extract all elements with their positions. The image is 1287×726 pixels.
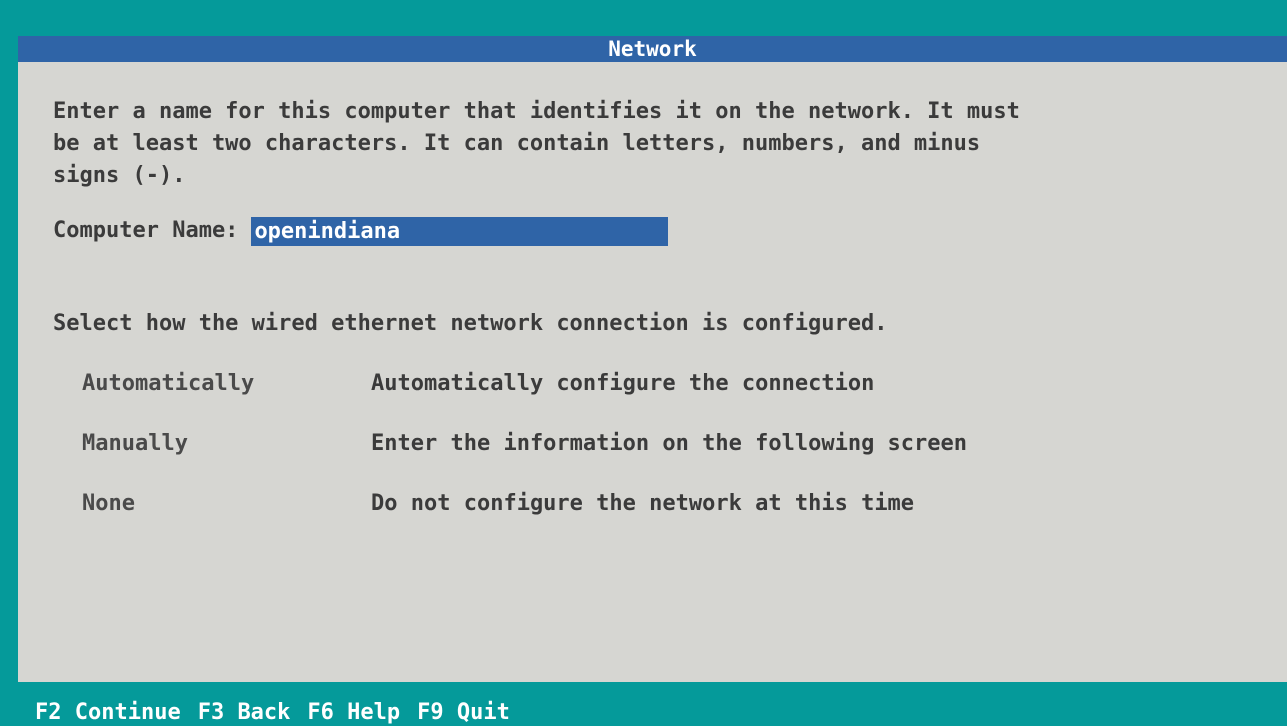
function-key-bar: F2 Continue F3 Back F6 Help F9 Quit: [35, 699, 527, 726]
option-description: Do not configure the network at this tim…: [371, 491, 915, 516]
intro-line: be at least two characters. It can conta…: [53, 131, 981, 156]
option-name[interactable]: None: [82, 488, 371, 520]
option-manually[interactable]: Manually Enter the information on the fo…: [82, 428, 967, 460]
window-title: Network: [18, 36, 1287, 62]
intro-line: signs (-).: [53, 163, 186, 188]
option-automatically[interactable]: Automatically Automatically configure th…: [82, 368, 874, 400]
help-key[interactable]: F6 Help: [307, 699, 400, 726]
option-name[interactable]: Automatically: [82, 368, 371, 400]
network-panel: Network Enter a name for this computer t…: [18, 36, 1287, 682]
continue-key[interactable]: F2 Continue: [35, 699, 181, 726]
computer-name-label: Computer Name:: [53, 218, 239, 243]
option-description: Automatically configure the connection: [371, 371, 875, 396]
intro-text: Enter a name for this computer that iden…: [53, 96, 1020, 192]
intro-line: Enter a name for this computer that iden…: [53, 99, 1020, 124]
network-config-prompt: Select how the wired ethernet network co…: [53, 311, 888, 336]
computer-name-row: Computer Name: openindiana: [53, 216, 669, 246]
back-key[interactable]: F3 Back: [198, 699, 291, 726]
option-name[interactable]: Manually: [82, 428, 371, 460]
option-description: Enter the information on the following s…: [371, 431, 968, 456]
computer-name-field[interactable]: openindiana: [251, 216, 669, 246]
quit-key[interactable]: F9 Quit: [417, 699, 510, 726]
option-none[interactable]: None Do not configure the network at thi…: [82, 488, 914, 520]
